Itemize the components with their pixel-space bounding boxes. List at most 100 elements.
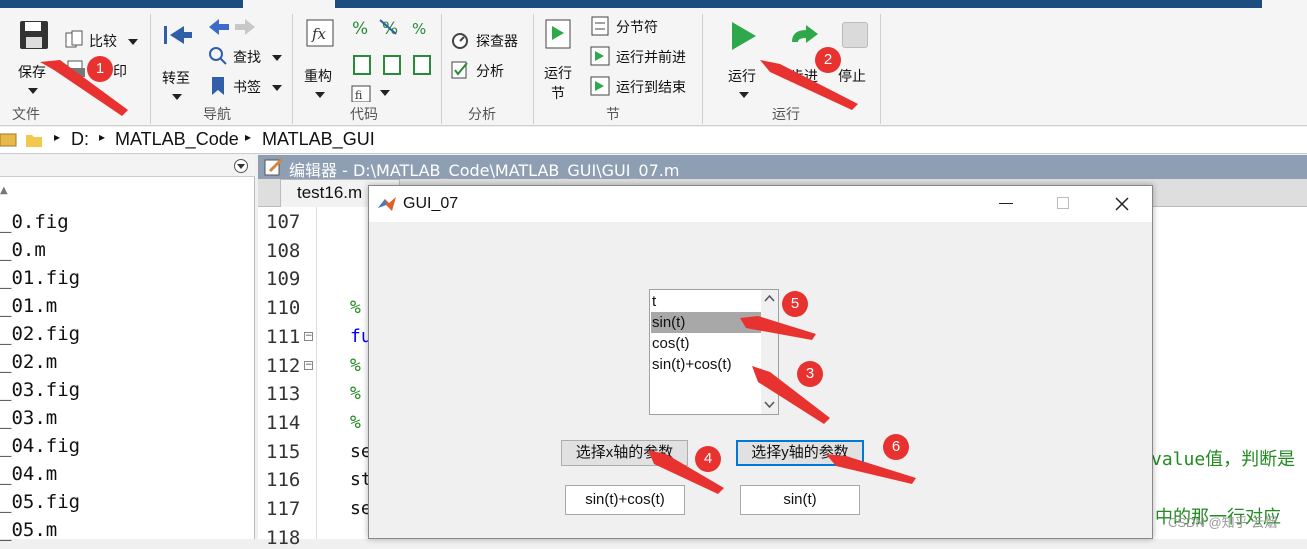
annotation-marker-6: 6 xyxy=(883,434,909,460)
gui07-title-bar[interactable]: GUI_07 xyxy=(369,186,1152,222)
fold-toggle-icon[interactable]: − xyxy=(304,331,313,341)
close-icon[interactable] xyxy=(1114,196,1130,212)
back-forward-icons[interactable] xyxy=(207,17,257,37)
run-to-end-icon xyxy=(590,76,610,96)
annotation-marker-3: 3 xyxy=(797,361,823,387)
file-list-item[interactable]: _02.fig xyxy=(0,323,80,345)
stop-label: 停止 xyxy=(838,69,866,85)
stop-icon xyxy=(842,22,868,48)
refactor-dropdown-icon xyxy=(315,92,325,98)
file-list-item[interactable]: _04.m xyxy=(0,463,57,485)
group-label-file: 文件 xyxy=(12,107,40,123)
breadcrumb-separator-icon: ▸ xyxy=(99,130,106,144)
refactor-button[interactable]: fx 重构 xyxy=(300,16,342,100)
code-line-fragment: % xyxy=(350,383,361,405)
line-number: 112 xyxy=(266,354,301,377)
stop-button[interactable]: 停止 xyxy=(838,16,874,100)
file-list-item[interactable]: _0.fig xyxy=(0,211,69,233)
indent-dropdown-icon[interactable] xyxy=(380,90,390,96)
minimize-icon[interactable] xyxy=(999,203,1013,204)
group-divider xyxy=(441,14,442,124)
file-list-item[interactable]: _0.m xyxy=(0,239,46,261)
line-number-gutter: 107 108 109 110 111 112 113 114 115 116 117 118 xyxy=(258,207,316,549)
scroll-up-icon[interactable] xyxy=(761,291,778,307)
browse-folder-icon[interactable] xyxy=(0,130,22,150)
breadcrumb-drive[interactable]: D: xyxy=(71,129,89,150)
code-line-fragment: % xyxy=(350,411,361,433)
file-list-item[interactable]: _01.fig xyxy=(0,267,80,289)
group-label-run: 运行 xyxy=(772,107,800,123)
profiler-button[interactable]: 探查器 xyxy=(450,30,530,52)
save-label: 保存 xyxy=(18,65,46,81)
find-label: 查找 xyxy=(233,50,261,66)
code-tool-icons[interactable]: % % % fi xyxy=(350,16,434,102)
group-divider xyxy=(150,14,151,124)
gutter-divider xyxy=(316,207,317,539)
y-value-text: sin(t) xyxy=(740,485,860,515)
ribbon-toolbar: 保存 比较 印 文件 转至 查找 书签 导航 fx 重构 % % % xyxy=(0,8,1307,126)
save-button[interactable]: 保存 xyxy=(14,12,56,100)
file-list-item[interactable]: _01.m xyxy=(0,295,57,317)
section-break-label: 分节符 xyxy=(616,20,658,36)
file-list-item[interactable]: _03.m xyxy=(0,407,57,429)
folder-icon xyxy=(26,135,42,147)
run-button[interactable]: 运行 xyxy=(722,16,766,100)
run-and-advance-icon xyxy=(590,46,610,66)
editor-title-bar: 编辑器 - D:\MATLAB_Code\MATLAB_GUI\GUI_07.m xyxy=(258,155,1307,180)
run-section-button[interactable]: 运行 节 xyxy=(540,16,580,102)
find-dropdown-icon xyxy=(272,55,282,61)
listbox-scrollbar[interactable] xyxy=(761,290,778,414)
gui07-title: GUI_07 xyxy=(403,195,459,212)
breadcrumb-folder-matlab-code[interactable]: MATLAB_Code xyxy=(115,129,239,150)
group-label-analyze: 分析 xyxy=(468,107,496,123)
select-x-param-button[interactable]: 选择x轴的参数 xyxy=(561,440,688,466)
line-number: 114 xyxy=(266,411,301,434)
file-list-item[interactable]: _02.m xyxy=(0,351,57,373)
find-button[interactable]: 查找 xyxy=(208,46,284,68)
fold-toggle-icon[interactable]: − xyxy=(304,360,313,370)
listbox-option[interactable]: t xyxy=(651,291,761,312)
file-list-item[interactable]: _04.fig xyxy=(0,435,80,457)
annotation-marker-4: 4 xyxy=(695,446,721,472)
file-list-item[interactable]: _05.fig xyxy=(0,491,80,513)
bookmark-button[interactable]: 书签 xyxy=(208,76,284,98)
address-bar[interactable]: ▸ D: ▸ MATLAB_Code ▸ MATLAB_GUI xyxy=(0,127,1307,154)
print-icon xyxy=(65,60,85,77)
scroll-down-icon[interactable] xyxy=(761,397,778,413)
section-break-button[interactable]: 分节符 xyxy=(590,16,700,38)
file-list-item[interactable]: _05.m xyxy=(0,519,57,541)
line-number: 110 xyxy=(266,297,301,320)
listbox-option[interactable]: sin(t)+cos(t) xyxy=(651,354,761,375)
file-pane-header xyxy=(0,155,255,177)
listbox-option[interactable]: sin(t) xyxy=(651,312,761,333)
breadcrumb-separator-icon: ▸ xyxy=(54,130,61,144)
breadcrumb-folder-matlab-gui[interactable]: MATLAB_GUI xyxy=(262,129,375,150)
run-section-icon xyxy=(545,19,571,49)
save-dropdown-icon xyxy=(28,88,38,94)
line-number: 113 xyxy=(266,383,301,406)
annotation-marker-5: 5 xyxy=(782,291,808,317)
goto-button[interactable]: 转至 xyxy=(158,18,198,100)
line-number: 115 xyxy=(266,440,301,463)
run-and-advance-label: 运行并前进 xyxy=(616,50,686,66)
ribbon-tab-right[interactable] xyxy=(1262,0,1307,8)
run-and-advance-button[interactable]: 运行并前进 xyxy=(590,46,700,68)
pane-menu-icon[interactable] xyxy=(233,158,249,174)
parameter-listbox[interactable]: t sin(t) cos(t) sin(t)+cos(t) xyxy=(649,289,779,415)
sort-ascending-icon[interactable]: ▲ xyxy=(0,185,8,196)
compare-button[interactable]: 比较 xyxy=(64,30,140,52)
run-icon xyxy=(732,22,756,50)
listbox-option[interactable]: cos(t) xyxy=(651,333,761,354)
csdn-watermark: CSDN @知乎 云烟 xyxy=(1168,515,1278,530)
file-list-item[interactable]: _03.fig xyxy=(0,379,80,401)
active-ribbon-tab[interactable] xyxy=(243,0,335,8)
analyze-button[interactable]: 分析 xyxy=(450,60,530,82)
editor-title: 编辑器 - D:\MATLAB_Code\MATLAB_GUI\GUI_07.m xyxy=(289,161,680,180)
run-to-end-button[interactable]: 运行到结束 xyxy=(590,76,700,98)
compare-icon xyxy=(65,30,83,48)
select-y-param-button[interactable]: 选择y轴的参数 xyxy=(736,440,864,466)
analyze-label: 分析 xyxy=(476,64,504,80)
code-line-fragment: % xyxy=(350,297,361,319)
bookmark-dropdown-icon xyxy=(272,85,282,91)
maximize-icon[interactable] xyxy=(1057,197,1069,209)
